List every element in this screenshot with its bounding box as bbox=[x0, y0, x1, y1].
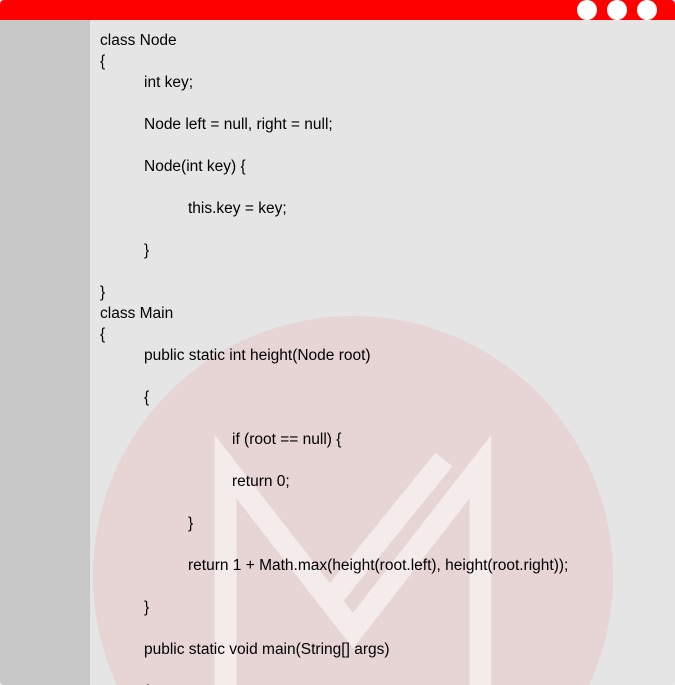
editor-body: class Node { int key; Node left = null, … bbox=[0, 20, 675, 685]
code-line: { bbox=[100, 681, 665, 685]
line-gutter bbox=[0, 20, 90, 685]
code-line: public static int height(Node root) bbox=[100, 345, 665, 366]
code-line: } bbox=[100, 597, 665, 618]
titlebar bbox=[0, 0, 675, 20]
code-line: this.key = key; bbox=[100, 198, 665, 219]
code-line: { bbox=[100, 387, 665, 408]
code-line: } bbox=[100, 240, 665, 261]
code-line: Node left = null, right = null; bbox=[100, 114, 665, 135]
code-line: { bbox=[100, 326, 105, 343]
code-line: } bbox=[100, 513, 665, 534]
code-line: class Node bbox=[100, 32, 177, 49]
code-editor[interactable]: class Node { int key; Node left = null, … bbox=[90, 20, 675, 685]
code-line: public static void main(String[] args) bbox=[100, 639, 665, 660]
window-control-min-icon[interactable] bbox=[577, 0, 597, 20]
code-line: return 0; bbox=[100, 471, 665, 492]
code-line: return 1 + Math.max(height(root.left), h… bbox=[100, 555, 665, 576]
code-line: Node(int key) { bbox=[100, 156, 665, 177]
window-control-close-icon[interactable] bbox=[637, 0, 657, 20]
code-line: int key; bbox=[100, 72, 665, 93]
code-line: } bbox=[100, 284, 105, 301]
code-line: class Main bbox=[100, 305, 173, 322]
code-window: class Node { int key; Node left = null, … bbox=[0, 0, 675, 685]
code-line: { bbox=[100, 53, 105, 70]
code-content[interactable]: class Node { int key; Node left = null, … bbox=[100, 30, 665, 685]
window-control-max-icon[interactable] bbox=[607, 0, 627, 20]
code-line: if (root == null) { bbox=[100, 429, 665, 450]
